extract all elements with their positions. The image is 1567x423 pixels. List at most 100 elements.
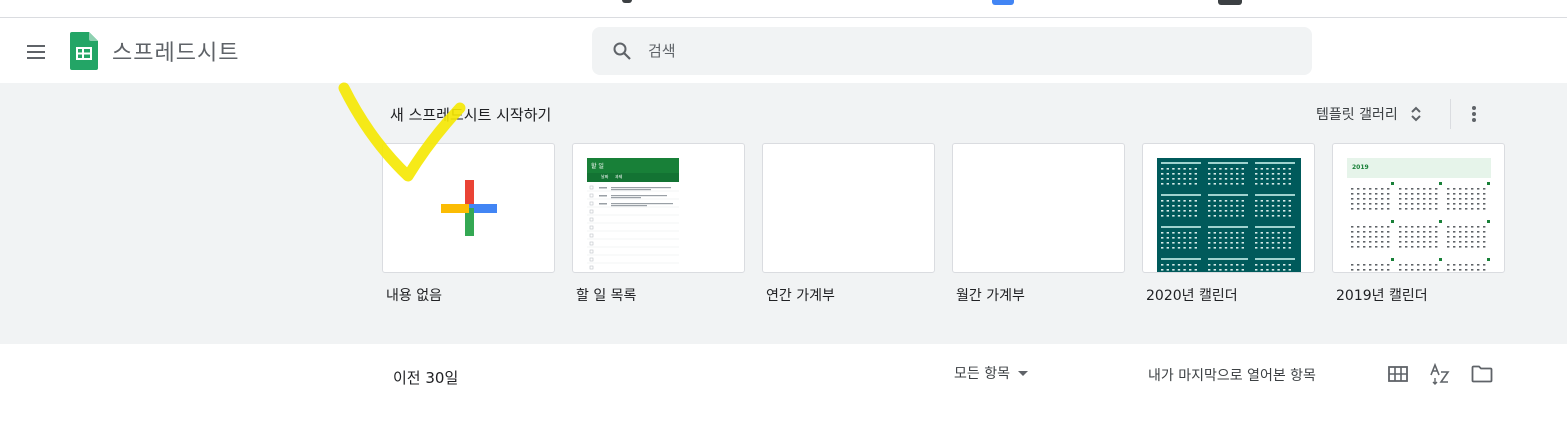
search-input[interactable]	[648, 42, 1248, 60]
template-tile-blank[interactable]: 내용 없음	[382, 143, 555, 305]
template-thumbnail[interactable]	[382, 143, 555, 273]
template-thumbnail[interactable]: 2019	[1332, 143, 1505, 273]
calendar-day-cell	[1465, 236, 1468, 238]
template-thumbnail[interactable]: 할 일 날짜 과제	[572, 143, 745, 273]
template-tile-monthly-budget[interactable]: 월간 가계부	[952, 143, 1125, 305]
calendar-day-cell	[1447, 269, 1450, 271]
calendar-day-cell	[1477, 264, 1480, 266]
main-menu-button[interactable]	[16, 32, 56, 72]
calendar-day-cell	[1465, 188, 1468, 190]
calendar-day-cell	[1230, 210, 1233, 212]
calendar-day-cell	[1177, 168, 1181, 170]
calendar-day-cell	[1405, 269, 1408, 271]
calendar-day-cell	[1183, 247, 1186, 249]
top-toolbar-strip	[0, 0, 1567, 18]
search-bar[interactable]	[592, 27, 1312, 75]
template-thumbnail[interactable]	[952, 143, 1125, 273]
calendar-day-cell	[1236, 173, 1239, 175]
grid-view-button[interactable]	[1384, 360, 1412, 388]
calendar-day-cell	[1465, 231, 1468, 233]
owner-filter-label: 모든 항목	[954, 366, 1010, 382]
template-tile-todo[interactable]: 할 일 날짜 과제 할 일 목록	[572, 143, 745, 305]
calendar-day-cell	[1357, 208, 1360, 210]
template-tile-calendar-2019[interactable]: 2019 2019년 캘린더	[1332, 143, 1505, 305]
sort-order-button[interactable]: 내가 마지막으로 열어본 항목	[1148, 365, 1316, 385]
sort-az-button[interactable]	[1426, 360, 1454, 388]
calendar-day-cell	[1363, 203, 1366, 205]
calendar-day-cell	[1369, 236, 1372, 238]
toolbar-icon-fragment	[1218, 0, 1242, 5]
calendar-day-cell	[1260, 215, 1263, 217]
calendar-day-cell	[1177, 210, 1181, 212]
calendar-day-cell	[1429, 236, 1432, 238]
calendar-day-cell	[1255, 264, 1258, 266]
calendar-day-cell	[1266, 183, 1269, 185]
calendar-day-cell	[1161, 183, 1164, 185]
calendar-day-cell	[1183, 178, 1186, 180]
template-label: 내용 없음	[386, 288, 442, 304]
calendar-day-cell	[1277, 168, 1280, 170]
calendar-day-cell	[1459, 246, 1462, 248]
calendar-day-cell	[1161, 247, 1164, 249]
calendar-day-cell	[1477, 198, 1480, 200]
calendar-day-cell	[1459, 231, 1462, 233]
calendar-day-cell	[1283, 200, 1286, 202]
calendar-day-cell	[1435, 236, 1438, 238]
calendar-day-cell	[1255, 242, 1258, 244]
template-thumbnail[interactable]	[762, 143, 935, 273]
calendar-day-cell	[1459, 236, 1462, 238]
calendar-day-cell	[1417, 269, 1420, 271]
calendar-month-marker	[1439, 258, 1442, 261]
calendar-day-cell	[1288, 168, 1291, 170]
calendar-day-cell	[1483, 231, 1486, 233]
calendar-day-cell	[1381, 193, 1384, 195]
calendar-day-cell	[1224, 168, 1228, 170]
calendar-day-cell	[1213, 183, 1216, 185]
calendar-day-cell	[1255, 237, 1258, 239]
calendar-day-cell	[1405, 241, 1408, 243]
template-thumbnail[interactable]	[1142, 143, 1315, 273]
calendar-day-cell	[1166, 242, 1169, 244]
calendar-day-cell	[1208, 200, 1211, 202]
search-icon[interactable]	[610, 39, 634, 63]
template-tile-calendar-2020[interactable]: 2020년 캘린더	[1142, 143, 1315, 305]
calendar-day-cell	[1161, 210, 1164, 212]
calendar-day-cell	[1241, 269, 1244, 271]
calendar-day-cell	[1465, 269, 1468, 271]
calendar-day-cell	[1219, 232, 1222, 234]
calendar-day-cell	[1189, 232, 1192, 234]
calendar-day-cell	[1271, 173, 1275, 175]
calendar-day-cell	[1429, 208, 1432, 210]
google-sheets-logo-icon[interactable]	[70, 32, 98, 74]
calendar-day-cell	[1213, 205, 1216, 207]
app-title[interactable]: 스프레드시트	[112, 35, 239, 67]
calendar-day-cell	[1213, 264, 1216, 266]
calendar-day-cell	[1453, 208, 1456, 210]
calendar-day-cell	[1230, 237, 1233, 239]
calendar-day-cell	[1255, 247, 1258, 249]
calendar-day-cell	[1255, 269, 1258, 271]
open-file-picker-button[interactable]	[1468, 360, 1496, 388]
owner-filter-dropdown[interactable]: 모든 항목	[954, 363, 1028, 383]
more-options-button[interactable]	[1460, 99, 1488, 129]
calendar-day-cell	[1277, 247, 1280, 249]
calendar-day-cell	[1471, 226, 1474, 228]
calendar-day-cell	[1369, 208, 1372, 210]
calendar-day-cell	[1260, 178, 1263, 180]
toolbar-icon-fragment	[992, 0, 1014, 5]
calendar-day-cell	[1266, 242, 1269, 244]
calendar-day-cell	[1363, 226, 1366, 228]
calendar-day-cell	[1161, 269, 1164, 271]
calendar-day-cell	[1435, 203, 1438, 205]
calendar-day-cell	[1447, 241, 1450, 243]
calendar-day-cell	[1194, 215, 1197, 217]
calendar-day-cell	[1271, 264, 1275, 266]
calendar-day-cell	[1208, 232, 1211, 234]
template-tile-annual-budget[interactable]: 연간 가계부	[762, 143, 935, 305]
template-label: 월간 가계부	[956, 288, 1025, 304]
calendar-day-cell	[1465, 241, 1468, 243]
template-gallery-button[interactable]: 템플릿 갤러리	[1316, 99, 1422, 129]
calendar-day-cell	[1363, 198, 1366, 200]
calendar-day-cell	[1183, 200, 1186, 202]
calendar-day-cell	[1411, 236, 1414, 238]
